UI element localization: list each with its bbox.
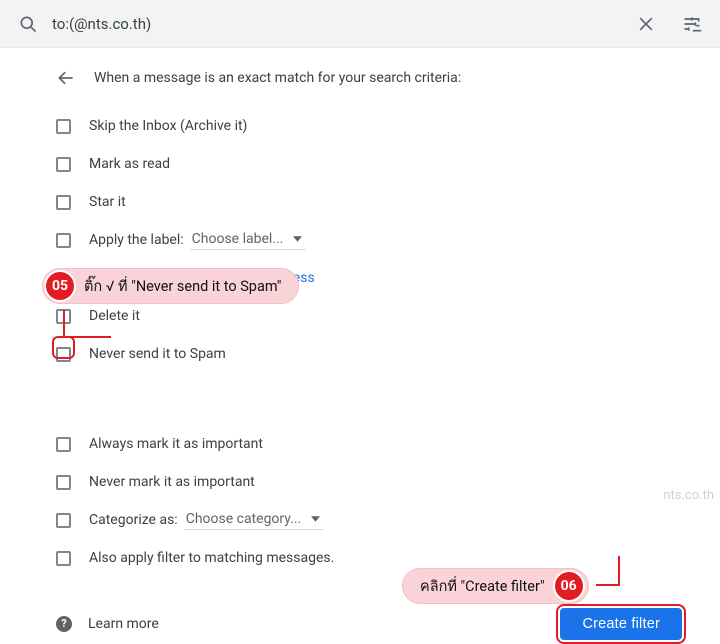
option-always-important: Always mark it as important bbox=[56, 428, 686, 460]
checkbox-also-apply[interactable] bbox=[56, 551, 71, 566]
search-icon bbox=[18, 14, 38, 34]
option-skip-inbox: Skip the Inbox (Archive it) bbox=[56, 110, 686, 142]
checkbox-delete[interactable] bbox=[56, 309, 71, 324]
label-never-spam: Never send it to Spam bbox=[89, 346, 226, 362]
clear-search-icon[interactable] bbox=[636, 14, 656, 34]
panel-header: When a message is an exact match for you… bbox=[56, 68, 686, 88]
annotation-badge-05: 05 bbox=[44, 270, 76, 302]
label-skip-inbox: Skip the Inbox (Archive it) bbox=[89, 118, 247, 134]
dropdown-choose-label[interactable]: Choose label... bbox=[190, 231, 307, 250]
label-mark-read: Mark as read bbox=[89, 156, 170, 172]
annotation-badge-06: 06 bbox=[553, 570, 585, 602]
dropdown-choose-label-value: Choose label... bbox=[192, 231, 284, 247]
annotation-text-05: ติ๊ก √ ที่ "Never send it to Spam" bbox=[84, 275, 281, 298]
option-never-spam: Never send it to Spam bbox=[56, 338, 686, 370]
panel-header-text: When a message is an exact match for you… bbox=[94, 70, 461, 86]
checkbox-star[interactable] bbox=[56, 195, 71, 210]
option-categorize: Categorize as: Choose category... bbox=[56, 504, 686, 536]
option-apply-label: Apply the label: Choose label... bbox=[56, 224, 686, 256]
label-always-important: Always mark it as important bbox=[89, 436, 263, 452]
caret-down-icon bbox=[311, 516, 320, 522]
label-categorize: Categorize as: bbox=[89, 512, 178, 528]
annotation-step-06: คลิกที่ "Create filter" 06 bbox=[402, 568, 589, 604]
footer-row: ? Learn more Create filter bbox=[56, 604, 686, 644]
caret-down-icon bbox=[293, 236, 302, 242]
label-also-apply: Also apply filter to matching messages. bbox=[89, 550, 334, 566]
annotation-text-06: คลิกที่ "Create filter" bbox=[420, 575, 545, 598]
checkbox-never-important[interactable] bbox=[56, 475, 71, 490]
checkbox-apply-label[interactable] bbox=[56, 233, 71, 248]
option-also-apply: Also apply filter to matching messages. bbox=[56, 542, 686, 574]
create-filter-button[interactable]: Create filter bbox=[560, 608, 682, 640]
link-learn-more[interactable]: Learn more bbox=[88, 616, 159, 632]
search-options-icon[interactable] bbox=[682, 14, 702, 34]
search-query[interactable]: to:(@nts.co.th) bbox=[52, 15, 636, 33]
checkbox-mark-read[interactable] bbox=[56, 157, 71, 172]
dropdown-choose-category[interactable]: Choose category... bbox=[184, 511, 325, 530]
option-delete: Delete it bbox=[56, 300, 686, 332]
checkbox-always-important[interactable] bbox=[56, 437, 71, 452]
checkbox-categorize[interactable] bbox=[56, 513, 71, 528]
label-star: Star it bbox=[89, 194, 126, 210]
search-bar: to:(@nts.co.th) bbox=[0, 0, 720, 48]
dropdown-choose-category-value: Choose category... bbox=[186, 511, 302, 527]
back-arrow-icon[interactable] bbox=[56, 68, 76, 88]
label-apply-label: Apply the label: bbox=[89, 232, 184, 248]
label-delete: Delete it bbox=[89, 308, 140, 324]
filter-panel: When a message is an exact match for you… bbox=[0, 48, 720, 644]
annotation-highlight-create-filter: Create filter bbox=[556, 604, 686, 644]
label-never-important: Never mark it as important bbox=[89, 474, 255, 490]
option-mark-read: Mark as read bbox=[56, 148, 686, 180]
checkbox-skip-inbox[interactable] bbox=[56, 119, 71, 134]
checkbox-never-spam[interactable] bbox=[56, 347, 71, 362]
option-never-important: Never mark it as important bbox=[56, 466, 686, 498]
help-icon[interactable]: ? bbox=[56, 616, 72, 632]
option-star: Star it bbox=[56, 186, 686, 218]
annotation-step-05: 05 ติ๊ก √ ที่ "Never send it to Spam" bbox=[42, 268, 299, 304]
